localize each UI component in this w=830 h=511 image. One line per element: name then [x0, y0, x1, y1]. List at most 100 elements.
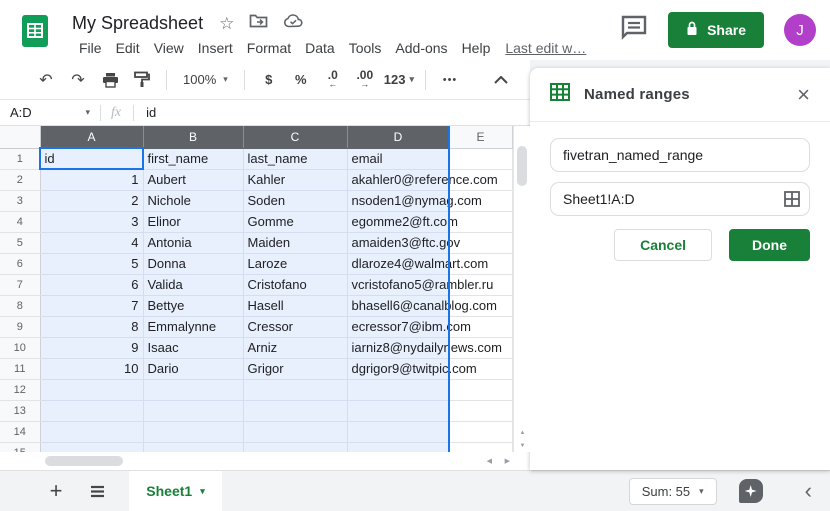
- cell-C8[interactable]: Hasell: [243, 295, 347, 316]
- print-icon[interactable]: [97, 67, 123, 93]
- cell-A13[interactable]: [40, 400, 143, 421]
- close-icon[interactable]: ×: [797, 84, 810, 106]
- increase-decimal-button[interactable]: .00 →: [352, 67, 378, 93]
- cell-C1[interactable]: last_name: [243, 148, 347, 169]
- scroll-down-icon[interactable]: ▼: [514, 443, 530, 449]
- paint-format-icon[interactable]: [129, 67, 155, 93]
- cell-C7[interactable]: Cristofano: [243, 274, 347, 295]
- move-folder-icon[interactable]: [249, 13, 268, 33]
- row-header-10[interactable]: 10: [0, 337, 40, 358]
- cloud-saved-icon[interactable]: [283, 13, 304, 33]
- column-header-A[interactable]: A: [40, 126, 143, 148]
- cell-A11[interactable]: 10: [40, 358, 143, 379]
- select-data-range-icon[interactable]: [784, 191, 800, 212]
- name-box[interactable]: A:D ▾: [0, 105, 100, 120]
- row-header-5[interactable]: 5: [0, 232, 40, 253]
- percent-format-button[interactable]: %: [288, 67, 314, 93]
- avatar[interactable]: J: [784, 14, 816, 46]
- horizontal-scrollbar[interactable]: ◀ ▶: [0, 452, 530, 470]
- cell-B7[interactable]: Valida: [143, 274, 243, 295]
- cell-D5[interactable]: amaiden3@ftc.gov: [347, 232, 449, 253]
- menu-data[interactable]: Data: [298, 38, 342, 58]
- cell-A10[interactable]: 9: [40, 337, 143, 358]
- range-reference-input[interactable]: [550, 182, 810, 216]
- cell-C13[interactable]: [243, 400, 347, 421]
- more-options-icon[interactable]: •••: [437, 67, 463, 93]
- collapse-chevron-icon[interactable]: ‹: [805, 480, 812, 502]
- cell-D15[interactable]: [347, 442, 449, 452]
- cell-C4[interactable]: Gomme: [243, 211, 347, 232]
- row-header-12[interactable]: 12: [0, 379, 40, 400]
- cell-B13[interactable]: [143, 400, 243, 421]
- select-all-corner[interactable]: [0, 126, 40, 148]
- column-header-C[interactable]: C: [243, 126, 347, 148]
- row-header-2[interactable]: 2: [0, 169, 40, 190]
- cell-D9[interactable]: ecressor7@ibm.com: [347, 316, 449, 337]
- cell-A7[interactable]: 6: [40, 274, 143, 295]
- cell-A12[interactable]: [40, 379, 143, 400]
- sheets-logo-icon[interactable]: [22, 15, 48, 52]
- cell-E14[interactable]: [449, 421, 512, 442]
- row-header-9[interactable]: 9: [0, 316, 40, 337]
- cell-D4[interactable]: egomme2@ft.com: [347, 211, 449, 232]
- column-header-D[interactable]: D: [347, 126, 449, 148]
- cell-C5[interactable]: Maiden: [243, 232, 347, 253]
- cell-D14[interactable]: [347, 421, 449, 442]
- formula-input[interactable]: id: [146, 105, 156, 120]
- cell-D11[interactable]: dgrigor9@twitpic.com: [347, 358, 449, 379]
- menu-edit[interactable]: Edit: [109, 38, 147, 58]
- cell-E13[interactable]: [449, 400, 512, 421]
- menu-file[interactable]: File: [72, 38, 109, 58]
- cell-E12[interactable]: [449, 379, 512, 400]
- menu-insert[interactable]: Insert: [191, 38, 240, 58]
- vertical-scrollbar-thumb[interactable]: [517, 146, 527, 186]
- sheet-tab-sheet1[interactable]: Sheet1 ▾: [129, 471, 222, 511]
- scroll-left-icon[interactable]: ◀: [487, 457, 492, 465]
- row-header-7[interactable]: 7: [0, 274, 40, 295]
- cell-C6[interactable]: Laroze: [243, 253, 347, 274]
- cell-D6[interactable]: dlaroze4@walmart.com: [347, 253, 449, 274]
- cell-B15[interactable]: [143, 442, 243, 452]
- redo-icon[interactable]: ↷: [65, 67, 91, 93]
- cell-C15[interactable]: [243, 442, 347, 452]
- cell-B1[interactable]: first_name: [143, 148, 243, 169]
- cell-D7[interactable]: vcristofano5@rambler.ru: [347, 274, 449, 295]
- cell-A4[interactable]: 3: [40, 211, 143, 232]
- cell-A2[interactable]: 1: [40, 169, 143, 190]
- share-button[interactable]: Share: [668, 12, 764, 48]
- cancel-button[interactable]: Cancel: [614, 229, 712, 261]
- comment-history-icon[interactable]: [620, 14, 648, 46]
- all-sheets-button[interactable]: [90, 485, 105, 498]
- cell-A8[interactable]: 7: [40, 295, 143, 316]
- menu-tools[interactable]: Tools: [342, 38, 389, 58]
- done-button[interactable]: Done: [729, 229, 810, 261]
- cell-B12[interactable]: [143, 379, 243, 400]
- cell-B6[interactable]: Donna: [143, 253, 243, 274]
- explore-button[interactable]: [739, 479, 763, 503]
- cell-A9[interactable]: 8: [40, 316, 143, 337]
- cell-B4[interactable]: Elinor: [143, 211, 243, 232]
- decrease-decimal-button[interactable]: .0 ←: [320, 67, 346, 93]
- menu-addons[interactable]: Add-ons: [388, 38, 454, 58]
- cell-D3[interactable]: nsoden1@nymag.com: [347, 190, 449, 211]
- menu-help[interactable]: Help: [455, 38, 498, 58]
- vertical-scrollbar[interactable]: ▲ ▼: [513, 126, 530, 452]
- cell-C14[interactable]: [243, 421, 347, 442]
- row-header-14[interactable]: 14: [0, 421, 40, 442]
- cell-E1[interactable]: [449, 148, 512, 169]
- scroll-up-icon[interactable]: ▲: [514, 430, 530, 436]
- zoom-control[interactable]: 100% ▾: [183, 72, 228, 87]
- cell-E15[interactable]: [449, 442, 512, 452]
- cell-B5[interactable]: Antonia: [143, 232, 243, 253]
- cell-C9[interactable]: Cressor: [243, 316, 347, 337]
- range-name-input[interactable]: [550, 138, 810, 172]
- document-title[interactable]: My Spreadsheet: [72, 13, 203, 34]
- cell-D2[interactable]: akahler0@reference.com: [347, 169, 449, 190]
- cell-B14[interactable]: [143, 421, 243, 442]
- cell-C2[interactable]: Kahler: [243, 169, 347, 190]
- cell-B8[interactable]: Bettye: [143, 295, 243, 316]
- scroll-right-icon[interactable]: ▶: [505, 457, 510, 465]
- cell-D13[interactable]: [347, 400, 449, 421]
- row-header-1[interactable]: 1: [0, 148, 40, 169]
- row-header-13[interactable]: 13: [0, 400, 40, 421]
